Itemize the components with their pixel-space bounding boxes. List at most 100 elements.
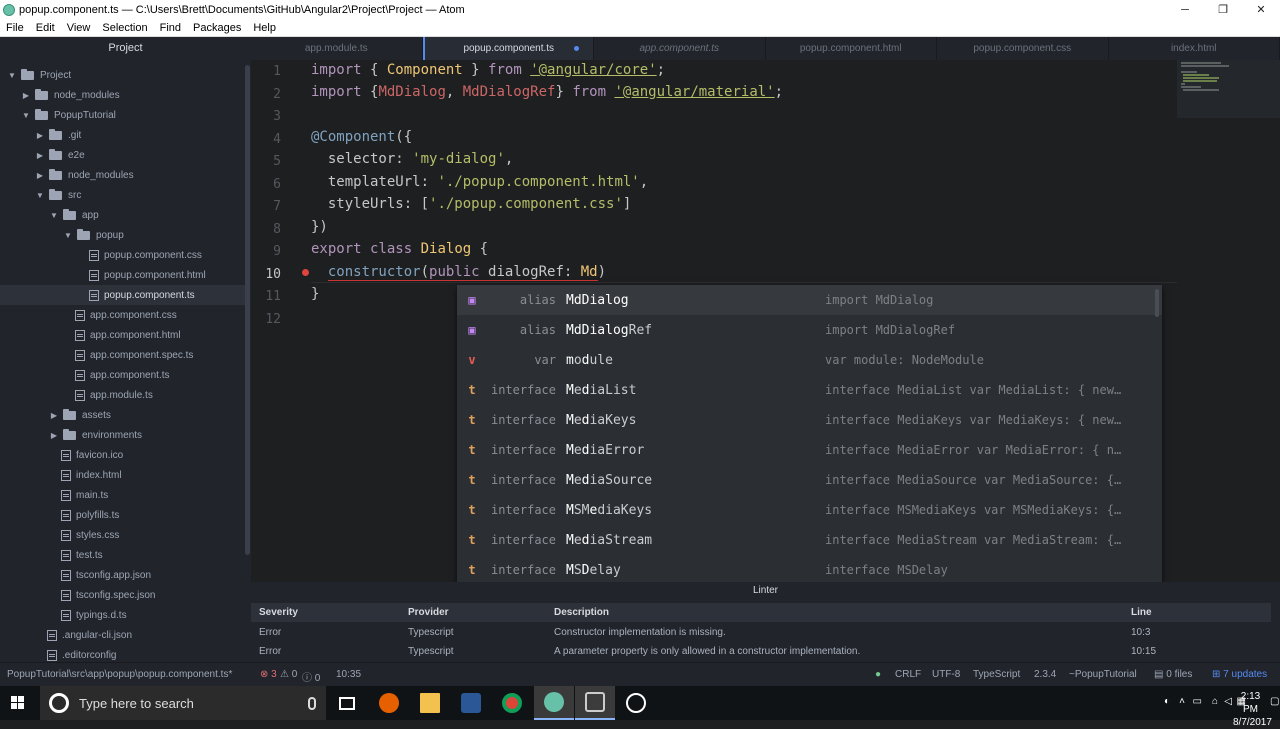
lint-error-marker-icon[interactable] — [302, 269, 309, 276]
status-error-count[interactable]: ⊗ 3 — [260, 669, 277, 680]
tree-folder[interactable]: ▶node_modules — [0, 165, 245, 185]
tree-file[interactable]: tsconfig.spec.json — [0, 585, 245, 605]
modified-dot-icon[interactable] — [574, 46, 579, 51]
line-number[interactable]: 6 — [251, 177, 281, 192]
atom-app-icon[interactable] — [534, 686, 574, 720]
column-line[interactable]: Line — [1131, 607, 1152, 618]
lint-line[interactable]: 10:15 — [1131, 646, 1156, 657]
line-number[interactable]: 3 — [251, 109, 281, 124]
column-provider[interactable]: Provider — [408, 607, 449, 618]
column-description[interactable]: Description — [554, 607, 609, 618]
notification-icon[interactable]: ▢ — [1270, 696, 1280, 707]
linter-row[interactable]: Error Typescript A parameter property is… — [251, 642, 1271, 661]
tree-file[interactable]: .editorconfig — [0, 645, 245, 662]
tree-folder[interactable]: ▶assets — [0, 405, 245, 425]
chrome-icon[interactable] — [492, 686, 532, 720]
line-number[interactable]: 8 — [251, 222, 281, 237]
line-number[interactable]: 2 — [251, 87, 281, 102]
status-warning-count[interactable]: ⚠ 0 — [280, 669, 297, 680]
tree-file[interactable]: popup.component.ts — [0, 285, 245, 305]
tree-file[interactable]: test.ts — [0, 545, 245, 565]
tray-volume-icon[interactable]: ◁ — [1224, 696, 1232, 707]
tree-file[interactable]: app.component.html — [0, 325, 245, 345]
autocomplete-suggestion[interactable]: tinterfaceMediaStreaminterface MediaStre… — [457, 525, 1162, 555]
tree-file[interactable]: tsconfig.app.json — [0, 565, 245, 585]
tray-chevron-up-icon[interactable]: ˄ — [1179, 696, 1185, 707]
start-windows-icon[interactable] — [11, 696, 25, 710]
line-number[interactable]: 7 — [251, 199, 281, 214]
tree-folder[interactable]: ▶environments — [0, 425, 245, 445]
tray-weather-icon[interactable]: ◐ — [1164, 696, 1170, 707]
tree-folder[interactable]: ▼popup — [0, 225, 245, 245]
menu-file[interactable]: File — [0, 22, 30, 34]
autocomplete-suggestion[interactable]: tinterfaceMediaKeysinterface MediaKeys v… — [457, 405, 1162, 435]
tree-folder[interactable]: ▶node_modules — [0, 85, 245, 105]
firefox-icon[interactable] — [369, 686, 409, 720]
line-number[interactable]: 10 — [251, 267, 281, 282]
menu-edit[interactable]: Edit — [30, 22, 61, 34]
autocomplete-suggestion[interactable]: tinterfaceMediaErrorinterface MediaError… — [457, 435, 1162, 465]
status-line-ending[interactable]: CRLF — [895, 669, 921, 680]
menu-view[interactable]: View — [61, 22, 97, 34]
tab-popup-component-ts[interactable]: popup.component.ts — [423, 37, 595, 60]
tree-file[interactable]: favicon.ico — [0, 445, 245, 465]
tree-file[interactable]: popup.component.html — [0, 265, 245, 285]
tree-folder[interactable]: ▼src — [0, 185, 245, 205]
tree-file[interactable]: main.ts — [0, 485, 245, 505]
tree-file[interactable]: popup.component.css — [0, 245, 245, 265]
line-number[interactable]: 9 — [251, 244, 281, 259]
lint-line[interactable]: 10:3 — [1131, 627, 1150, 638]
status-updates[interactable]: ⊞ 7 updates — [1212, 669, 1267, 680]
close-button[interactable]: ✕ — [1242, 3, 1280, 16]
line-number[interactable]: 1 — [251, 64, 281, 79]
status-grammar[interactable]: TypeScript — [973, 669, 1020, 680]
column-severity[interactable]: Severity — [259, 607, 298, 618]
microphone-icon[interactable] — [308, 697, 316, 710]
tree-file[interactable]: polyfills.ts — [0, 505, 245, 525]
status-cursor-position[interactable]: 10:35 — [336, 669, 361, 680]
autocomplete-suggestion[interactable]: vvarmodulevar module: NodeModule — [457, 345, 1162, 375]
minimize-button[interactable]: ─ — [1166, 4, 1204, 16]
tree-folder[interactable]: ▶e2e — [0, 145, 245, 165]
autocomplete-suggestion[interactable]: ▣aliasMdDialogRefimport MdDialogRef — [457, 315, 1162, 345]
tab-app-module-ts[interactable]: app.module.ts — [251, 37, 423, 60]
menu-help[interactable]: Help — [247, 22, 282, 34]
autocomplete-suggestion[interactable]: ▣aliasMdDialogimport MdDialog — [457, 285, 1162, 315]
menu-packages[interactable]: Packages — [187, 22, 247, 34]
status-git-files[interactable]: ▤ 0 files — [1154, 669, 1192, 680]
line-number[interactable]: 5 — [251, 154, 281, 169]
tree-folder[interactable]: ▼Project — [0, 65, 245, 85]
autocomplete-suggestion[interactable]: tinterfaceMediaListinterface MediaList v… — [457, 375, 1162, 405]
tree-file[interactable]: app.component.css — [0, 305, 245, 325]
status-file-path[interactable]: PopupTutorial\src\app\popup\popup.compon… — [7, 669, 232, 680]
tree-file[interactable]: app.module.ts — [0, 385, 245, 405]
status-ts-version[interactable]: 2.3.4 — [1034, 669, 1056, 680]
menu-find[interactable]: Find — [154, 22, 187, 34]
tree-folder[interactable]: ▼app — [0, 205, 245, 225]
tray-clock[interactable]: 2:13 PM8/7/2017 — [1233, 690, 1268, 729]
taskbar-search-box[interactable]: Type here to search — [40, 686, 326, 720]
autocomplete-suggestion[interactable]: tinterfaceMSMediaKeysinterface MSMediaKe… — [457, 495, 1162, 525]
tray-network-icon[interactable]: ⌂ — [1212, 696, 1218, 707]
line-number[interactable]: 11 — [251, 289, 281, 304]
task-view-icon[interactable] — [327, 686, 367, 720]
line-number[interactable]: 4 — [251, 132, 281, 147]
tree-scrollbar[interactable] — [245, 65, 250, 555]
linter-row[interactable]: Error Typescript Constructor implementat… — [251, 623, 1271, 642]
status-encoding[interactable]: UTF-8 — [932, 669, 960, 680]
autocomplete-suggestion[interactable]: tinterfaceMSDelayinterface MSDelay — [457, 555, 1162, 585]
line-number[interactable]: 12 — [251, 312, 281, 327]
tab-popup-component-html[interactable]: popup.component.html — [766, 37, 938, 60]
menu-selection[interactable]: Selection — [96, 22, 153, 34]
tree-file[interactable]: app.component.ts — [0, 365, 245, 385]
maximize-button[interactable]: ❐ — [1204, 3, 1242, 16]
tab-app-component-ts[interactable]: app.component.ts — [594, 37, 766, 60]
tree-folder[interactable]: ▼PopupTutorial — [0, 105, 245, 125]
tab-index-html[interactable]: index.html — [1109, 37, 1280, 60]
tree-file[interactable]: app.component.spec.ts — [0, 345, 245, 365]
unity-icon[interactable] — [616, 686, 656, 720]
autocomplete-scrollbar[interactable] — [1155, 289, 1159, 317]
minimap[interactable] — [1177, 60, 1280, 118]
tree-file[interactable]: styles.css — [0, 525, 245, 545]
word-icon[interactable] — [451, 686, 491, 720]
